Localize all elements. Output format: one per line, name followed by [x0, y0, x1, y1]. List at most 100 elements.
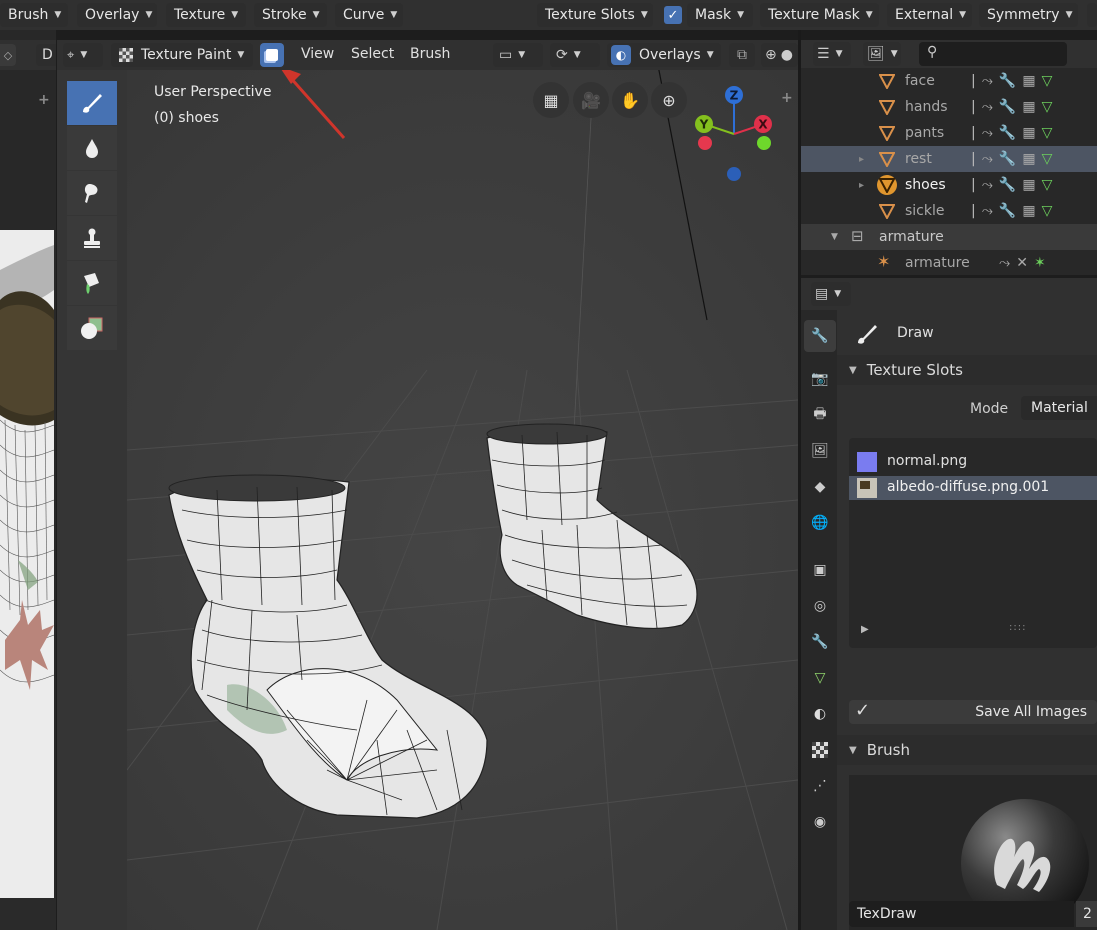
view-menu[interactable]: View	[301, 46, 334, 62]
tab-scene[interactable]: ◆	[804, 471, 836, 503]
tab-modifiers[interactable]: 🔧	[804, 626, 836, 658]
outliner-row[interactable]: pants | ⤳ 🔧 ▦ ▽	[801, 120, 1097, 146]
smear-tool[interactable]	[67, 171, 117, 215]
texture-slots-menu[interactable]: Texture Slots ▼	[537, 3, 653, 27]
collapse-arrow-icon[interactable]: ▼	[831, 232, 838, 242]
mask-checkbox[interactable]: ✓	[664, 6, 682, 24]
3d-viewport[interactable]: ⌖ ▼ Texture Paint ▼ View Select Brush ▭ ▼ …	[57, 40, 798, 930]
vertex-group-icon[interactable]: ▽	[1042, 99, 1053, 115]
tab-object[interactable]: ▣	[804, 554, 836, 586]
tab-tool[interactable]: 🔧	[804, 320, 836, 352]
symmetry-menu[interactable]: Symmetry ▼	[979, 3, 1078, 27]
constraint-icon[interactable]: ⤳	[982, 99, 993, 115]
mode-dropdown[interactable]: Material	[1021, 396, 1097, 420]
texture-slots-panel-header[interactable]: ▼ Texture Slots	[849, 356, 1097, 384]
wrench-icon[interactable]: 🔧	[999, 99, 1016, 115]
vertex-group-icon[interactable]: ▽	[1042, 177, 1053, 193]
display-mode-dropdown[interactable]: 🖼 ▼	[863, 42, 901, 66]
properties-editor-type[interactable]: ▤ ▼	[811, 282, 851, 306]
particle-icon[interactable]: ▦	[1022, 125, 1035, 141]
tab-output[interactable]: 🖶	[804, 399, 836, 431]
paint-mask-toggle[interactable]	[260, 43, 284, 67]
tab-render[interactable]: 📷	[804, 363, 836, 395]
constraint-icon[interactable]: ⤳	[982, 73, 993, 89]
pose-icon[interactable]: ✶	[1034, 255, 1046, 271]
zoom-view-button[interactable]: ⊕	[651, 82, 687, 118]
pin-icon[interactable]: ◇	[0, 44, 16, 66]
list-resize-handle-icon[interactable]: ::::	[1009, 622, 1026, 633]
vertex-group-icon[interactable]: ▽	[1042, 125, 1053, 141]
list-expand-icon[interactable]: ▶	[861, 624, 869, 635]
texture-slot-list[interactable]: normal.png albedo-diffuse.png.001 ▶ ::::	[849, 438, 1097, 648]
stroke-menu[interactable]: Stroke ▼	[254, 3, 327, 27]
constraint-icon[interactable]: ⤳	[982, 125, 993, 141]
tab-physics[interactable]: ◉	[804, 806, 836, 838]
soften-tool[interactable]	[67, 126, 117, 170]
tab-particles[interactable]: ⋰	[804, 770, 836, 802]
vertex-group-icon[interactable]: ▽	[1042, 151, 1053, 167]
overlays-dropdown[interactable]: ◐ Overlays ▼	[607, 43, 721, 67]
outliner-row[interactable]: sickle | ⤳ 🔧 ▦ ▽	[801, 198, 1097, 224]
texture-menu[interactable]: Texture ▼	[166, 3, 246, 27]
constraint-icon[interactable]: ⤳	[982, 203, 993, 219]
tab-material[interactable]: ◐	[804, 698, 836, 730]
tab-world[interactable]: 🌐	[804, 507, 836, 539]
bone-icon[interactable]: ✕	[1016, 255, 1028, 271]
outliner-row[interactable]: ▼ ⊟ armature	[801, 224, 1097, 250]
overlay-menu[interactable]: Overlay ▼	[77, 3, 157, 27]
outliner-search-input[interactable]: ⚲	[919, 42, 1067, 66]
wrench-icon[interactable]: 🔧	[999, 125, 1016, 141]
brush-menu-viewport[interactable]: Brush	[410, 46, 450, 62]
mask-tool[interactable]	[67, 306, 117, 350]
add-region-icon[interactable]: +	[38, 92, 50, 108]
neg-x-axis-handle[interactable]	[757, 136, 771, 150]
brush-users-count[interactable]: 2	[1076, 901, 1097, 927]
more-menu[interactable]	[1087, 3, 1097, 27]
navigation-gizmo[interactable]: Z Y X	[687, 84, 777, 184]
gizmo-dropdown[interactable]: ⟳ ▼	[550, 43, 600, 67]
particle-icon[interactable]: ▦	[1022, 73, 1035, 89]
wrench-icon[interactable]: 🔧	[999, 151, 1016, 167]
toggle-camera-grid-button[interactable]: ▦	[533, 82, 569, 118]
add-region-icon[interactable]: +	[781, 90, 793, 106]
expand-arrow-icon[interactable]: ▸	[859, 180, 864, 191]
vertex-group-icon[interactable]: ▽	[1042, 203, 1053, 219]
slot-row-albedo[interactable]: albedo-diffuse.png.001	[849, 476, 1097, 500]
slot-row-normal[interactable]: normal.png	[849, 450, 1097, 474]
mode-dropdown[interactable]: Texture Paint ▼	[111, 43, 253, 67]
vertex-group-icon[interactable]: ▽	[1042, 73, 1053, 89]
particle-icon[interactable]: ▦	[1022, 151, 1035, 167]
wrench-icon[interactable]: 🔧	[999, 73, 1016, 89]
outliner-row[interactable]: ▸ shoes | ⤳ 🔧 ▦ ▽	[801, 172, 1097, 198]
image-editor-dropdown[interactable]: D	[36, 44, 56, 66]
shading-buttons[interactable]: ⊕ ●	[761, 43, 798, 67]
outliner-row[interactable]: ▸ rest | ⤳ 🔧 ▦ ▽	[801, 146, 1097, 172]
select-menu[interactable]: Select	[351, 46, 394, 62]
constraint-icon[interactable]: ⤳	[982, 151, 993, 167]
constraint-icon[interactable]: ⤳	[982, 177, 993, 193]
view-object-types-dropdown[interactable]: ▭ ▼	[493, 43, 543, 67]
expand-arrow-icon[interactable]: ▸	[859, 154, 864, 165]
pan-view-button[interactable]: ✋	[612, 82, 648, 118]
tab-texture[interactable]	[804, 734, 836, 766]
wrench-icon[interactable]: 🔧	[999, 203, 1016, 219]
particle-icon[interactable]: ▦	[1022, 99, 1035, 115]
outliner-row[interactable]: face | ⤳ 🔧 ▦ ▽	[801, 68, 1097, 94]
outliner-editor-type[interactable]: ☰ ▼	[813, 42, 851, 66]
outliner-row[interactable]: ✶ armature ⤳ ✕ ✶	[801, 250, 1097, 276]
neg-y-axis-handle[interactable]	[698, 136, 712, 150]
xray-toggle[interactable]: ⧉	[729, 43, 755, 67]
camera-view-button[interactable]: 🎥	[573, 82, 609, 118]
mask-menu[interactable]: Mask ▼	[687, 3, 753, 27]
brush-name-field[interactable]: TexDraw	[849, 901, 1074, 927]
curve-menu[interactable]: Curve ▼	[335, 3, 403, 27]
clone-tool[interactable]	[67, 216, 117, 260]
tab-data[interactable]: ▽	[804, 662, 836, 694]
tab-physics-constraints[interactable]: ◎	[804, 590, 836, 622]
wrench-icon[interactable]: 🔧	[999, 177, 1016, 193]
editor-type-dropdown[interactable]: ⌖ ▼	[63, 43, 103, 67]
save-all-images-button[interactable]: ✓ Save All Images	[849, 700, 1097, 724]
tab-view-layer[interactable]: 🖼	[804, 435, 836, 467]
external-menu[interactable]: External ▼	[887, 3, 972, 27]
brush-panel-header[interactable]: ▼ Brush	[849, 736, 1097, 764]
